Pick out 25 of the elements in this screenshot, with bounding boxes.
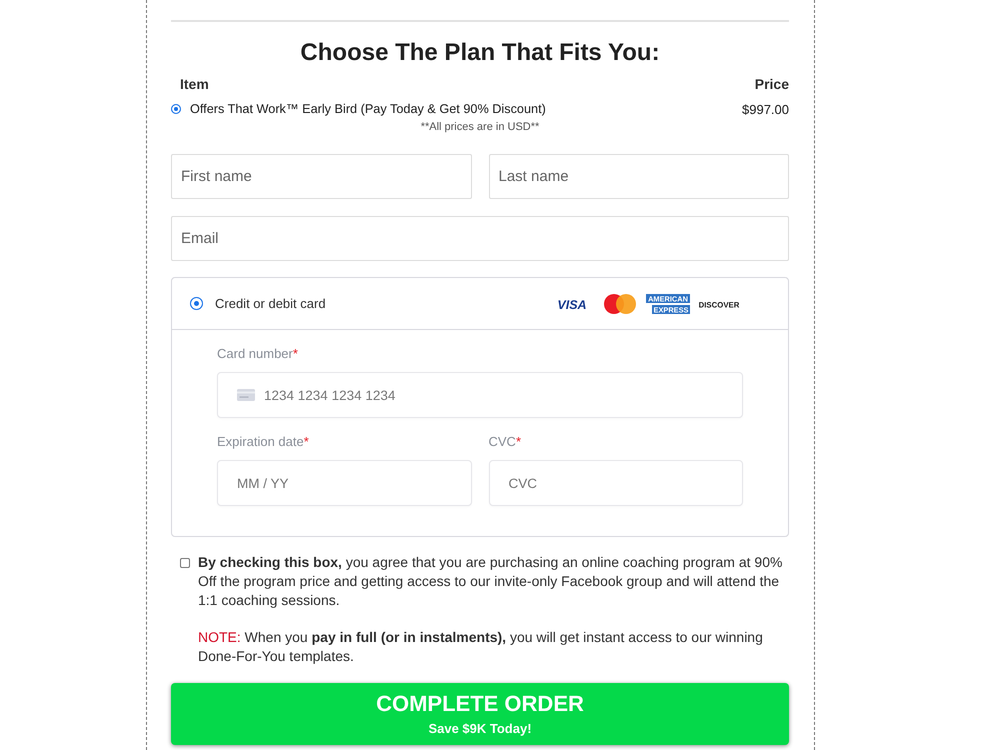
expiration-date-field[interactable]: MM / YY [217,460,472,506]
two-circles-logo [604,294,636,314]
plan-radio[interactable] [171,104,181,114]
card-number-label: Card number* [217,346,299,362]
cvc-field[interactable]: CVC [488,460,743,506]
page-heading: Choose The Plan That Fits You: [300,38,660,68]
email-field[interactable]: Email [171,216,789,261]
currency-note: **All prices are in USD** [420,120,540,134]
card-number-field[interactable]: 1234 1234 1234 1234 [217,372,743,418]
note-text: NOTE: When you pay in full (or in instalments), you will get instant access to our winning Done-For-You templates. [198,628,764,666]
first-name-field[interactable]: First name [171,154,472,199]
agreement-text: By checking this box, you agree that you are purchasing an online coaching program at 90% Off the program price and getting access to our invite-only Facebook group and will attend the 1:1 coaching sessions. [198,553,784,610]
payment-method-radio[interactable] [190,297,203,310]
plan-price: $997.00 [742,102,789,116]
complete-order-button[interactable]: COMPLETE ORDER Save $9K Today! [171,683,789,745]
credit-card-icon [237,389,255,401]
cvc-label: CVC* [488,434,522,450]
column-header: Item [180,75,209,93]
payment-method-label: Credit or debit card [215,296,326,311]
plan-name: Offers That Work™ Early Bird (Pay Today & Get 90% Discount) [190,102,546,116]
last-name-field[interactable]: Last name [488,154,789,199]
agreement-checkbox[interactable] [180,558,190,568]
visa-logo: VISA [557,298,587,310]
expiration-date-label: Expiration date* [217,434,310,450]
column-header: Price [754,75,789,93]
